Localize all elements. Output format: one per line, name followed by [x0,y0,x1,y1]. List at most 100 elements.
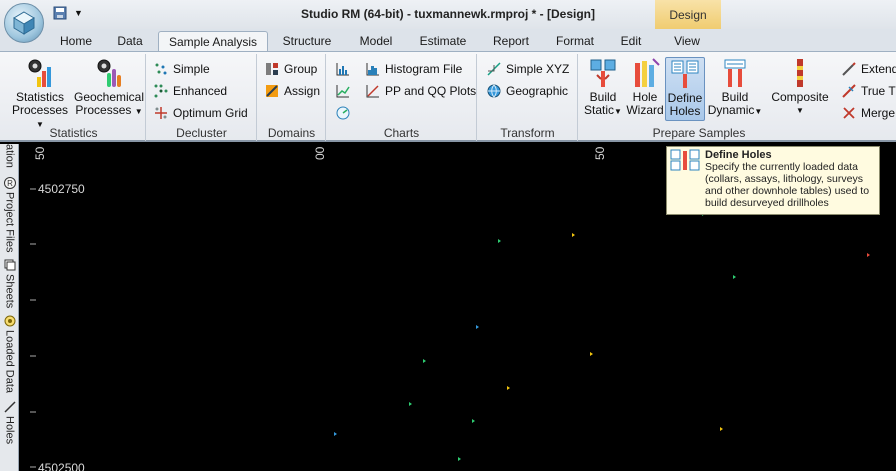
side-tab-navigation-label: ation [3,144,16,168]
define-holes-label-2: Holes [669,104,701,118]
tab-sample-analysis[interactable]: Sample Analysis [158,31,268,51]
group-label-charts: Charts [383,126,420,140]
build-static-label-2: Static [584,103,615,117]
side-tab-strip: ation R Project Files Sheets Loaded Data… [0,144,19,471]
build-static-button[interactable]: Build Static▼ [581,57,625,118]
dial-chart-icon [336,106,350,120]
window-title: Studio RM (64-bit) - tuxmannewk.rmproj *… [300,7,595,21]
side-tab-holes-label: Holes [3,416,16,445]
drillhole-point[interactable] [733,275,736,279]
scatter-grid-icon [154,84,168,98]
domains-group-label: Group [284,62,318,76]
drillhole-point[interactable] [334,432,337,436]
statistics-processes-button[interactable]: Statistics Processes ▼ [8,57,72,131]
group-decluster: Simple Enhanced Optimum Grid Decluster [147,54,257,141]
domains-assign-button[interactable]: Assign [264,81,320,101]
tab-edit[interactable]: Edit [613,31,649,51]
decluster-enhanced-button[interactable]: Enhanced [153,81,227,101]
tab-estimate[interactable]: Estimate [414,31,472,51]
chart-line-button[interactable] [335,81,351,101]
side-tab-navigation[interactable]: ation [0,144,19,168]
decluster-simple-label: Simple [173,62,210,76]
side-tab-project-files-label: Project Files [3,192,16,253]
group-prepare-samples: Build Static▼ Hole Wizard Define Holes B… [579,54,896,141]
project-files-icon: R [3,177,16,189]
drillhole-point[interactable] [572,233,575,237]
decluster-optimum-grid-button[interactable]: Optimum Grid [153,103,248,123]
x-tick-label: 50 [33,146,47,160]
tab-format[interactable]: Format [550,31,600,51]
group-domains: Group Assign Domains [258,54,326,141]
save-icon[interactable] [52,5,68,21]
extend-button[interactable]: Extend [841,59,896,79]
ribbon-panel: Statistics Processes ▼ Geochemical Proce… [0,51,896,142]
tab-structure[interactable]: Structure [276,31,338,51]
side-tab-sheets[interactable]: Sheets [0,258,19,308]
histogram-file-button[interactable]: Histogram File [365,59,462,79]
chart-bars-button[interactable] [335,59,351,79]
drillhole-point[interactable] [498,239,501,243]
drillhole-point[interactable] [409,402,412,406]
drillhole-point[interactable] [507,386,510,390]
tab-data[interactable]: Data [108,31,152,51]
app-logo-button[interactable] [4,3,44,43]
quick-access-toolbar: ▼ [52,5,83,21]
drillhole-point[interactable] [476,325,479,329]
drillhole-point[interactable] [590,352,593,356]
geochemical-processes-label-2: Processes [75,103,132,117]
geographic-button[interactable]: Geographic [486,81,568,101]
chevron-down-icon: ▼ [796,106,804,115]
tab-report[interactable]: Report [487,31,535,51]
xyz-transform-icon [487,62,501,76]
geochemical-processes-button[interactable]: Geochemical Processes ▼ [74,57,144,118]
title-bar: ▼ Studio RM (64-bit) - tuxmannewk.rmproj… [0,0,896,43]
drillhole-point[interactable] [720,427,723,431]
side-tab-holes[interactable]: Holes [0,400,19,444]
tab-view[interactable]: View [668,31,706,51]
pp-qq-plots-button[interactable]: PP and QQ Plots [365,81,476,101]
side-tab-project-files[interactable]: R Project Files [0,176,19,253]
x-tick-label: 50 [593,146,607,160]
drillhole-point[interactable] [867,253,870,257]
ribbon-tabs: Home Data Sample Analysis Structure Mode… [0,29,896,51]
tab-home[interactable]: Home [48,31,104,51]
define-holes-button[interactable]: Define Holes [665,57,705,121]
tab-model[interactable]: Model [352,31,400,51]
decluster-optimum-grid-label: Optimum Grid [173,106,248,120]
drillhole-point[interactable] [458,457,461,461]
decluster-enhanced-label: Enhanced [173,84,228,98]
drillhole-point[interactable] [423,359,426,363]
group-transform: Simple XYZ Geographic Transform [478,54,578,141]
define-holes-icon [670,149,700,171]
build-dynamic-button[interactable]: Build Dynamic▼ [707,57,763,118]
composite-label: Composite [771,90,829,104]
group-label-prepare-samples: Prepare Samples [652,126,746,140]
hole-wizard-button[interactable]: Hole Wizard [626,57,664,117]
simple-xyz-button[interactable]: Simple XYZ [486,59,569,79]
hole-wizard-label-2: Wizard [626,103,664,117]
holes-icon [3,401,16,413]
true-thickness-button[interactable]: True Th [841,81,896,101]
y-tick-label: 4502750 [38,182,85,196]
side-tab-sheets-label: Sheets [3,274,16,309]
chevron-down-icon: ▼ [754,107,763,116]
svg-text:R: R [7,179,13,188]
simple-xyz-label: Simple XYZ [506,62,570,76]
tooltip-title: Define Holes [705,149,772,161]
decluster-simple-button[interactable]: Simple [153,59,210,79]
define-holes-tooltip: Define Holes Specify the currently loade… [666,146,880,215]
statistics-gear-icon [28,59,51,87]
extend-icon [842,62,856,76]
domains-group-button[interactable]: Group [264,59,317,79]
side-tab-loaded-data[interactable]: Loaded Data [0,314,19,393]
histogram-icon [366,63,379,76]
composite-button[interactable]: Composite ▼ [769,57,831,117]
quick-access-dropdown-icon[interactable]: ▼ [74,8,83,18]
group-statistics: Statistics Processes ▼ Geochemical Proce… [2,54,146,141]
merge-button[interactable]: Merge [841,103,895,123]
contextual-tab-design[interactable]: Design [655,0,721,29]
studio-rm-logo-icon [13,11,35,35]
drillhole-point[interactable] [472,419,475,423]
chart-dial-button[interactable] [335,103,351,123]
true-thickness-icon [842,84,856,98]
